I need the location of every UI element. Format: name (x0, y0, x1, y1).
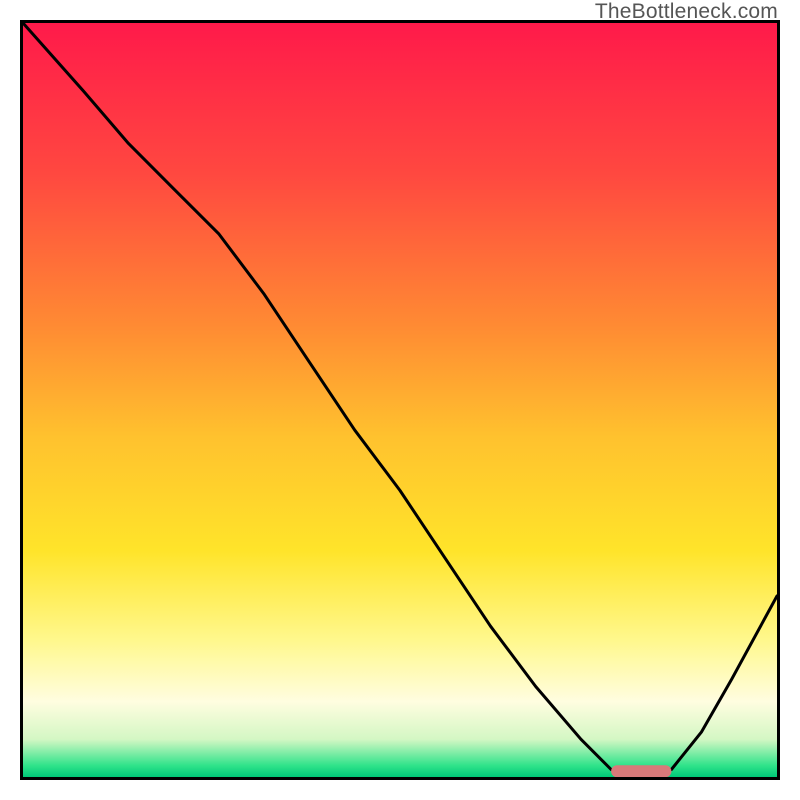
chart-frame: TheBottleneck.com (0, 0, 800, 800)
bottleneck-curve (23, 23, 777, 777)
plot-area (20, 20, 780, 780)
chart-overlay (23, 23, 777, 777)
optimal-marker (611, 765, 671, 777)
